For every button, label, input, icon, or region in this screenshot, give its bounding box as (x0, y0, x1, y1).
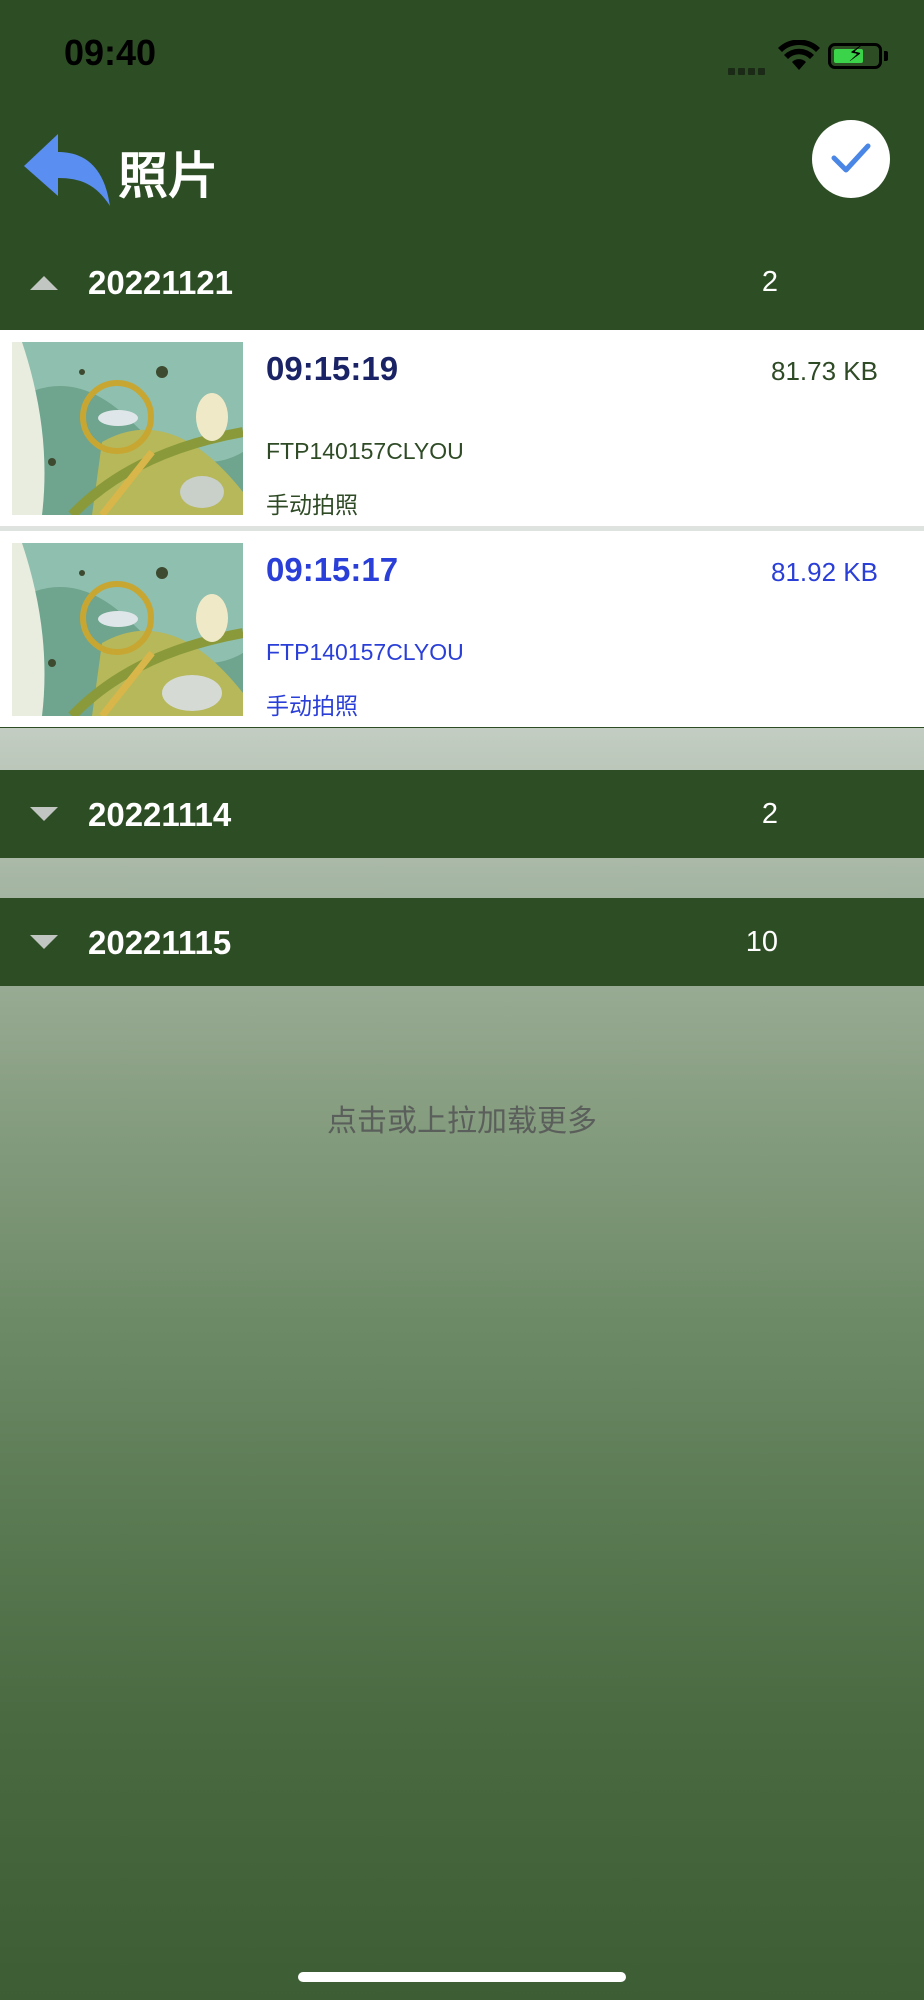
photo-thumbnail (12, 543, 243, 716)
home-indicator (298, 1972, 626, 1982)
nav-bar: 照片 (0, 110, 924, 230)
expand-triangle-icon (30, 935, 58, 949)
group-header-20221114[interactable]: 20221114 2 (0, 770, 924, 858)
group-date: 20221115 (88, 924, 232, 961)
page-title: 照片 (118, 147, 218, 205)
group-header-20221121[interactable]: 20221121 2 (0, 230, 924, 330)
photo-row[interactable]: 09:15:19 81.73 KB FTP140157CLYOU 手动拍照 (0, 330, 924, 526)
bolt-icon: ⚡ (848, 42, 864, 67)
load-more-button[interactable]: 点击或上拉加载更多 (0, 1096, 924, 1140)
group-count: 2 (761, 266, 778, 298)
photo-size: 81.92 KB (771, 557, 878, 587)
photo-kind: 手动拍照 (266, 694, 358, 720)
photo-time: 09:15:17 (266, 551, 399, 588)
expand-triangle-icon (30, 807, 58, 821)
cellular-signal-icon (728, 60, 768, 79)
wifi-icon (778, 40, 820, 70)
collapse-triangle-icon (30, 276, 58, 290)
photo-row-selected[interactable]: 09:15:17 81.92 KB FTP140157CLYOU 手动拍照 (0, 531, 924, 727)
photo-device: FTP140157CLYOU (266, 438, 464, 464)
group-date: 20221121 (88, 264, 234, 301)
status-time: 09:40 (64, 32, 157, 73)
battery-cap (884, 51, 888, 61)
status-bar: 09:40 ⚡ (0, 0, 924, 110)
photo-time: 09:15:19 (266, 350, 399, 387)
photo-size: 81.73 KB (771, 356, 878, 386)
photo-device: FTP140157CLYOU (266, 639, 464, 665)
group-date: 20221114 (88, 796, 232, 833)
group-count: 2 (761, 798, 778, 830)
group-count: 10 (745, 926, 778, 958)
back-arrow-icon (24, 134, 110, 206)
photo-kind: 手动拍照 (266, 493, 358, 519)
group-header-20221115[interactable]: 20221115 10 (0, 898, 924, 986)
checkmark-icon (831, 143, 871, 173)
photo-thumbnail (12, 342, 243, 515)
back-button[interactable] (22, 130, 114, 210)
confirm-button[interactable] (812, 120, 890, 198)
